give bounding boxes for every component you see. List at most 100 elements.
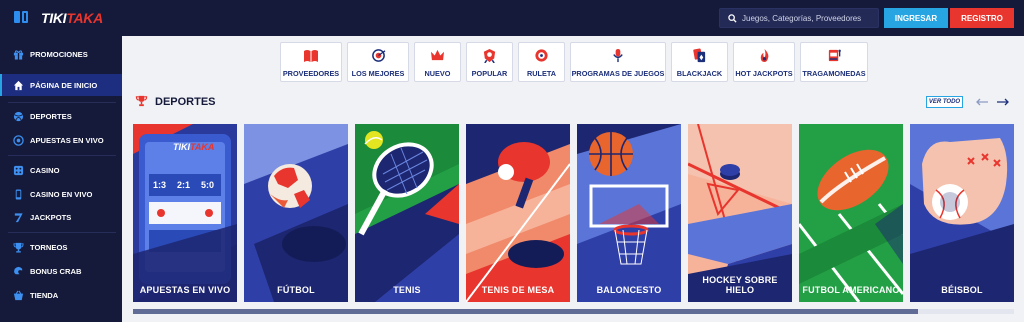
sidebar-item-casino-en-vivo[interactable]: CASINO EN VIVO xyxy=(0,185,122,203)
sport-card-futbol[interactable]: FÚTBOL xyxy=(244,124,348,302)
basketball-illustration xyxy=(577,124,681,302)
sport-card-title: APUESTAS EN VIVO xyxy=(139,285,231,295)
arrow-right-icon[interactable] xyxy=(995,95,1011,109)
football-illustration xyxy=(244,124,348,302)
basket-icon xyxy=(12,289,24,301)
sports-carousel: TIKITAKA 1:3 2:1 5:0 APUESTAS EN VIVO FÚ… xyxy=(133,124,1014,302)
category-blackjack[interactable]: BLACKJACK xyxy=(671,42,728,82)
search-box[interactable] xyxy=(719,8,879,28)
sidebar-item-label: APUESTAS EN VIVO xyxy=(30,135,104,145)
sidebar-item-casino[interactable]: CASINO xyxy=(0,161,122,179)
baseball-illustration xyxy=(910,124,1014,302)
sidebar-item-promociones[interactable]: PROMOCIONES xyxy=(0,45,122,63)
cards-icon xyxy=(692,48,708,63)
card-logo: TIKITAKA xyxy=(173,142,214,152)
category-tragamonedas[interactable]: TRAGAMONEDAS xyxy=(800,42,868,82)
category-label: BLACKJACK xyxy=(676,69,723,78)
search-icon xyxy=(728,13,737,23)
casino-icon xyxy=(12,164,24,176)
section-title: DEPORTES xyxy=(155,96,216,108)
crab-icon xyxy=(12,265,24,277)
category-hot-jackpots[interactable]: HOT JACKPOTS xyxy=(733,42,795,82)
sidebar-item-pagina-de-inicio[interactable]: PÁGINA DE INICIO xyxy=(0,74,122,96)
search-input[interactable] xyxy=(742,13,872,23)
sport-card-apuestas-en-vivo[interactable]: TIKITAKA 1:3 2:1 5:0 APUESTAS EN VIVO xyxy=(133,124,237,302)
sidebar-item-tienda[interactable]: TIENDA xyxy=(0,286,122,304)
sidebar-item-label: PROMOCIONES xyxy=(30,49,88,59)
sport-card-baloncesto[interactable]: BALONCESTO xyxy=(577,124,681,302)
category-label: POPULAR xyxy=(471,69,508,78)
tennis-illustration xyxy=(355,124,459,302)
top-bar: TIKITAKA INGRESAR REGISTRO xyxy=(0,0,1024,36)
sport-card-title: BALONCESTO xyxy=(596,285,662,295)
gift-icon xyxy=(12,48,24,60)
trophy-icon xyxy=(12,241,24,253)
category-label: PROVEEDORES xyxy=(282,69,340,78)
sidebar-item-bonus-crab[interactable]: BONUS CRAB xyxy=(0,262,122,280)
card-logo-part-taka: TAKA xyxy=(190,142,215,152)
category-label: LOS MEJORES xyxy=(351,69,405,78)
sidebar-item-label: TIENDA xyxy=(30,290,59,300)
sport-card-tenis[interactable]: TENIS xyxy=(355,124,459,302)
seven-icon xyxy=(12,211,24,223)
category-nuevo[interactable]: NUEVO xyxy=(414,42,461,82)
login-button[interactable]: INGRESAR xyxy=(884,8,948,28)
fire-icon xyxy=(756,48,772,63)
category-label: NUEVO xyxy=(424,69,451,78)
sidebar-item-jackpots[interactable]: JACKPOTS xyxy=(0,208,122,226)
sport-card-beisbol[interactable]: BÉISBOL xyxy=(910,124,1014,302)
live-icon xyxy=(12,134,24,146)
category-los-mejores[interactable]: LOS MEJORES xyxy=(347,42,409,82)
trophy-icon xyxy=(135,95,148,107)
slot-icon xyxy=(826,48,842,63)
sport-card-title: BÉISBOL xyxy=(941,285,983,295)
table-tennis-illustration xyxy=(466,124,570,302)
category-label: PROGRAMAS DE JUEGOS xyxy=(571,69,665,78)
sport-card-title: TENIS DE MESA xyxy=(481,285,555,295)
category-label: RULETA xyxy=(526,69,557,78)
ball-icon xyxy=(12,110,24,122)
sidebar-item-torneos[interactable]: TORNEOS xyxy=(0,238,122,256)
home-icon xyxy=(12,79,24,91)
register-button[interactable]: REGISTRO xyxy=(950,8,1014,28)
category-bar: PROVEEDORES LOS MEJORES NUEVO POPULAR RU… xyxy=(280,42,868,82)
target-icon xyxy=(370,48,386,63)
sport-card-title: FUTBOL AMERICANO xyxy=(802,285,900,295)
carousel-scrollbar-thumb[interactable] xyxy=(133,309,918,314)
microphone-icon xyxy=(610,48,626,63)
logo-part-taka: TAKA xyxy=(66,10,103,26)
category-popular[interactable]: POPULAR xyxy=(466,42,513,82)
sidebar-item-label: DEPORTES xyxy=(30,111,72,121)
sport-card-futbol-americano[interactable]: FUTBOL AMERICANO xyxy=(799,124,903,302)
category-label: HOT JACKPOTS xyxy=(735,69,793,78)
book-icon xyxy=(303,48,319,63)
carousel-scrollbar-track[interactable] xyxy=(918,309,1014,314)
category-ruleta[interactable]: RULETA xyxy=(518,42,565,82)
app-root: TIKITAKA INGRESAR REGISTRO PROMOCIONES P… xyxy=(0,0,1024,322)
sidebar-toggle-icon[interactable] xyxy=(14,11,28,23)
sidebar-item-label: JACKPOTS xyxy=(30,212,72,222)
badge-icon xyxy=(482,48,498,63)
american-football-illustration xyxy=(799,124,903,302)
sidebar-item-deportes[interactable]: DEPORTES xyxy=(0,107,122,125)
score-1: 1:3 xyxy=(153,180,167,190)
roulette-icon xyxy=(534,48,550,63)
category-proveedores[interactable]: PROVEEDORES xyxy=(280,42,342,82)
sidebar-item-label: CASINO EN VIVO xyxy=(30,189,93,199)
logo[interactable]: TIKITAKA xyxy=(41,10,103,26)
sidebar-divider xyxy=(8,155,116,156)
sidebar-item-label: BONUS CRAB xyxy=(30,266,82,276)
category-programas-de-juegos[interactable]: PROGRAMAS DE JUEGOS xyxy=(570,42,666,82)
sport-card-hockey-sobre-hielo[interactable]: HOCKEY SOBRE HIELO xyxy=(688,124,792,302)
logo-part-tiki: TIKI xyxy=(41,10,67,26)
category-label: TRAGAMONEDAS xyxy=(802,69,866,78)
sports-section-header: DEPORTES VER TODO xyxy=(133,94,1013,112)
sidebar: PROMOCIONES PÁGINA DE INICIO DEPORTES AP… xyxy=(0,36,122,322)
view-all-button[interactable]: VER TODO xyxy=(926,96,963,108)
sport-card-title: TENIS xyxy=(393,285,421,295)
sport-card-tenis-de-mesa[interactable]: TENIS DE MESA xyxy=(466,124,570,302)
sidebar-item-apuestas-en-vivo[interactable]: APUESTAS EN VIVO xyxy=(0,131,122,149)
card-logo-part-tiki: TIKI xyxy=(173,142,190,152)
arrow-left-icon[interactable] xyxy=(974,95,990,109)
sidebar-item-label: PÁGINA DE INICIO xyxy=(30,80,98,90)
